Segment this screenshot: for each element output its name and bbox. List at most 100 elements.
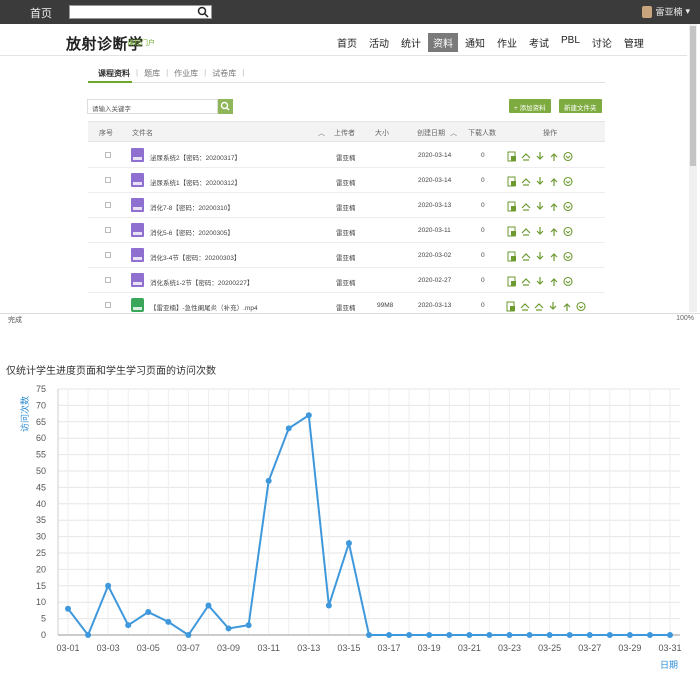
download-icon[interactable]	[548, 299, 558, 310]
downloads-cell: 0	[481, 302, 485, 309]
table-row[interactable]: 泌尿系统1【密码：20200312】 雷亚楠 2020-03-14 0	[88, 168, 605, 193]
file-name-link[interactable]: 消化5-6【密码：20200305】	[150, 227, 234, 237]
nav-item-discussion[interactable]: 讨论	[587, 33, 617, 52]
nav-item-activity[interactable]: 活动	[364, 33, 394, 52]
preview-icon[interactable]	[507, 224, 517, 237]
download-icon[interactable]	[535, 199, 545, 210]
zoom-level[interactable]: 100%	[676, 315, 694, 322]
data-point	[406, 632, 413, 638]
new-folder-button[interactable]: 新建文件夹	[559, 99, 602, 113]
file-name-link[interactable]: 消化系统1-2节【密码：20200227】	[150, 277, 253, 287]
preview-icon[interactable]	[507, 274, 517, 287]
row-checkbox[interactable]	[105, 252, 111, 258]
more-icon[interactable]	[576, 299, 586, 312]
tab-homework-bank[interactable]: 作业库	[169, 68, 203, 79]
table-row[interactable]: 消化5-6【密码：20200305】 雷亚楠 2020-03-11 0	[88, 218, 605, 243]
nav-item-manage[interactable]: 管理	[619, 33, 649, 52]
top-search-input[interactable]	[69, 5, 212, 19]
col-filename[interactable]: 文件名	[132, 128, 153, 138]
more-icon[interactable]	[563, 149, 573, 162]
scrollbar-thumb[interactable]	[690, 26, 696, 166]
tab-question-bank[interactable]: 题库	[139, 68, 165, 79]
tab-course-materials[interactable]: 课程资料	[93, 68, 135, 79]
data-point	[366, 632, 372, 638]
move-icon[interactable]	[521, 149, 531, 161]
preview-icon[interactable]	[507, 249, 517, 262]
add-material-button[interactable]: + 添加资料	[509, 99, 551, 113]
file-name-link[interactable]: 消化7-8【密码：20200310】	[150, 202, 234, 212]
nav-item-stats[interactable]: 统计	[396, 33, 426, 52]
file-name-link[interactable]: 【雷亚楠】-急性阑尾炎（补充）.mp4	[150, 302, 258, 312]
preview-icon[interactable]	[507, 199, 517, 212]
sort-icon[interactable]: ︿	[450, 128, 457, 138]
download-icon[interactable]	[535, 224, 545, 235]
upload-icon[interactable]	[549, 249, 559, 261]
row-checkbox[interactable]	[105, 177, 111, 183]
move-icon[interactable]	[521, 174, 531, 186]
keyword-search-button[interactable]	[218, 99, 233, 114]
folder-icon	[131, 198, 144, 212]
nav-item-notices[interactable]: 通知	[460, 33, 490, 52]
upload-icon[interactable]	[549, 174, 559, 186]
more-icon[interactable]	[563, 274, 573, 287]
top-home-link[interactable]: 首页	[30, 5, 52, 21]
move-icon[interactable]	[521, 224, 531, 236]
row-checkbox[interactable]	[105, 302, 111, 308]
upload-icon[interactable]	[549, 199, 559, 211]
upload-icon[interactable]	[562, 299, 572, 311]
file-name-link[interactable]: 泌尿系统2【密码：20200317】	[150, 152, 241, 162]
download-icon[interactable]	[535, 174, 545, 185]
sort-icon[interactable]: ︿	[318, 128, 325, 138]
col-created-date[interactable]: 创建日期	[417, 128, 445, 138]
file-name-link[interactable]: 消化3-4节【密码：20200303】	[150, 252, 240, 262]
table-row[interactable]: 泌尿系统2【密码：20200317】 雷亚楠 2020-03-14 0	[88, 143, 605, 168]
more-icon[interactable]	[563, 174, 573, 187]
upload-icon[interactable]	[549, 274, 559, 286]
created-date-cell: 2020-03-14	[418, 177, 452, 184]
move-icon[interactable]	[521, 199, 531, 211]
y-tick-label: 25	[36, 548, 46, 558]
table-row[interactable]: 消化系统1-2节【密码：20200227】 雷亚楠 2020-02-27 0	[88, 268, 605, 293]
cloud-icon[interactable]	[520, 299, 530, 311]
table-row[interactable]: 消化3-4节【密码：20200303】 雷亚楠 2020-03-02 0	[88, 243, 605, 268]
data-point	[606, 632, 613, 638]
y-tick-label: 35	[36, 515, 46, 525]
preview-icon[interactable]	[506, 299, 516, 312]
download-icon[interactable]	[535, 149, 545, 160]
row-checkbox[interactable]	[105, 227, 111, 233]
upload-icon[interactable]	[549, 149, 559, 161]
share-icon[interactable]	[534, 299, 544, 311]
nav-item-home[interactable]: 首页	[332, 33, 362, 52]
move-icon[interactable]	[521, 274, 531, 286]
row-checkbox[interactable]	[105, 202, 111, 208]
nav-item-exam[interactable]: 考试	[524, 33, 554, 52]
upload-icon[interactable]	[549, 224, 559, 236]
more-icon[interactable]	[563, 224, 573, 237]
download-icon[interactable]	[535, 274, 545, 285]
user-menu[interactable]: 雷亚楠 ▾	[642, 5, 690, 18]
nav-item-pbl[interactable]: PBL	[556, 33, 585, 52]
download-icon[interactable]	[535, 249, 545, 260]
move-icon[interactable]	[521, 249, 531, 261]
data-point	[185, 632, 192, 638]
vertical-scrollbar[interactable]	[689, 24, 697, 312]
y-tick-label: 55	[36, 450, 46, 460]
course-portal-label[interactable]: 课程门户	[127, 38, 155, 48]
row-checkbox[interactable]	[105, 152, 111, 158]
more-icon[interactable]	[563, 199, 573, 212]
y-tick-label: 50	[36, 466, 46, 476]
file-name-link[interactable]: 泌尿系统1【密码：20200312】	[150, 177, 241, 187]
preview-icon[interactable]	[507, 149, 517, 162]
tab-exam-bank[interactable]: 试卷库	[207, 68, 241, 79]
table-row[interactable]: 消化7-8【密码：20200310】 雷亚楠 2020-03-13 0	[88, 193, 605, 218]
preview-icon[interactable]	[507, 174, 517, 187]
row-checkbox[interactable]	[105, 277, 111, 283]
more-icon[interactable]	[563, 249, 573, 262]
search-icon[interactable]	[197, 6, 209, 18]
keyword-search-input[interactable]: 请输入关键字	[87, 99, 218, 114]
x-tick-label: 03-03	[97, 643, 120, 653]
nav-item-homework[interactable]: 作业	[492, 33, 522, 52]
nav-item-materials[interactable]: 资料	[428, 33, 458, 52]
downloads-cell: 0	[481, 177, 485, 184]
status-done: 完成	[8, 317, 22, 324]
